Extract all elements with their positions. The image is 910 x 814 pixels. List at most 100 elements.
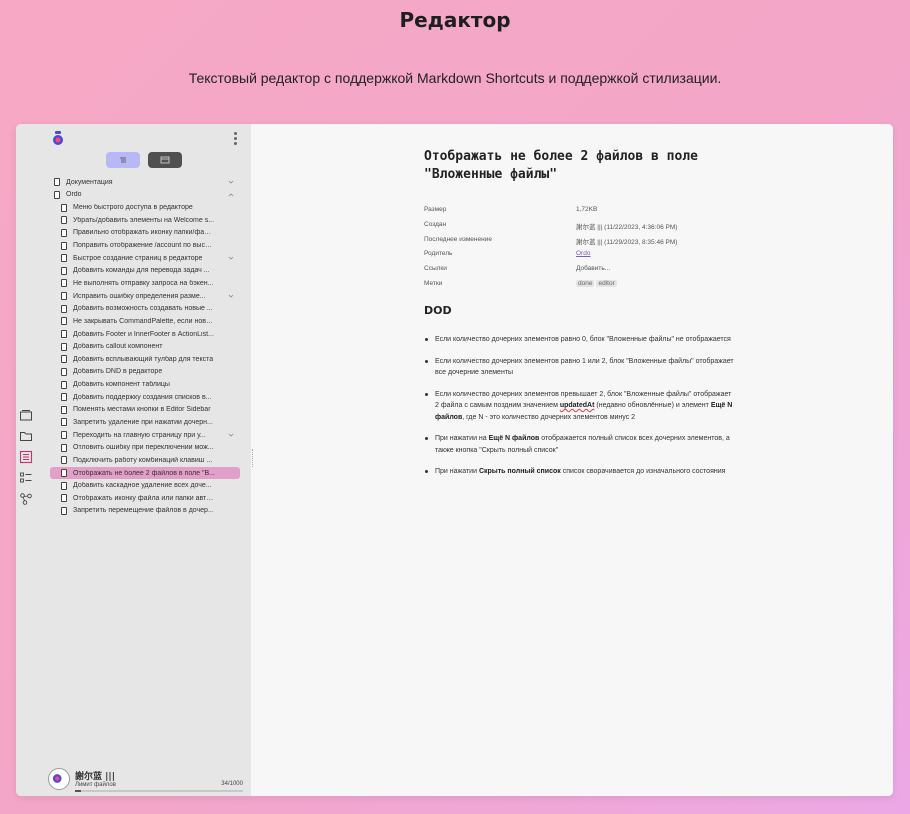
tree-item-label: Запретить удаление при нажатии дочерн... <box>73 418 213 426</box>
tree-item[interactable]: Добавить поддержку создания списков в... <box>50 391 240 404</box>
tree-item[interactable]: Добавить команды для перевода задач ... <box>50 264 240 277</box>
tree-item[interactable]: Убрать/добавить элементы на Welcome s... <box>50 214 240 227</box>
chevron-down-icon[interactable] <box>228 179 234 185</box>
tree-item[interactable]: Добавить компонент таблицы <box>50 378 240 391</box>
tree-item[interactable]: Поправить отображение /account по высоте <box>50 239 240 252</box>
file-icon <box>61 506 67 515</box>
tree-view-button[interactable] <box>106 152 140 168</box>
calendar-view-button[interactable] <box>148 152 182 168</box>
document-properties: Размер 1,72KB Создан 謝尔蓝 ||| (11/22/2023, 4… <box>424 206 774 295</box>
side-icon-bar <box>19 407 35 512</box>
tree-item[interactable]: Подключить работу комбинаций клавиш ... <box>50 454 240 467</box>
list-item: Если количество дочерних элементов равно… <box>424 334 734 346</box>
tree-item[interactable]: Отловить ошибку при переключении мож... <box>50 441 240 454</box>
property-row: Родитель Ordo <box>424 250 774 265</box>
tree-item[interactable]: Меню быстрого доступа в редакторе <box>50 201 240 214</box>
tag-chip[interactable]: editor <box>596 279 617 287</box>
tree-item[interactable]: Добавить возможность создавать новые ... <box>50 302 240 315</box>
file-icon <box>61 292 67 301</box>
chevron-down-icon[interactable] <box>228 255 234 261</box>
page-title: Редактор <box>399 8 511 32</box>
list-item: Если количество дочерних элементов равно… <box>424 356 734 379</box>
tree-item[interactable]: Отображать не более 2 файлов в поле "В..… <box>50 466 240 480</box>
tree-item-label: Отображать не более 2 файлов в поле "В..… <box>73 469 215 477</box>
file-icon <box>54 178 60 187</box>
document-title[interactable]: Отображать не более 2 файлов в поле "Вло… <box>424 148 714 184</box>
tree-item-label: Исправить ошибку определения разме... <box>73 292 206 300</box>
tree-item[interactable]: Отображать иконку файла или папки авто..… <box>50 492 240 505</box>
list-icon <box>120 157 126 163</box>
file-icon <box>61 254 67 263</box>
file-icon <box>61 380 67 389</box>
tree-item-label: Запретить перемещение файлов в дочер... <box>73 507 214 515</box>
property-key: Родитель <box>424 250 453 258</box>
more-options-icon[interactable] <box>232 132 238 146</box>
tree-item[interactable]: Ordo <box>50 189 240 202</box>
property-key: Создан <box>424 220 447 228</box>
tree-item[interactable]: Поменять местами кнопки в Editor Sidebar <box>50 404 240 417</box>
property-key: Последнее изменение <box>424 235 492 243</box>
tree-item[interactable]: Не выполнять отправку запроса на бэкен..… <box>50 277 240 290</box>
tree-item-label: Добавить всплывающий тулбар для текста <box>73 355 214 363</box>
tree-item[interactable]: Переходить на главную страницу при у... <box>50 429 240 442</box>
tree-item-label: Отображать иконку файла или папки авто..… <box>73 494 215 502</box>
user-name: 謝尔蓝 ||| <box>75 772 115 782</box>
graph-icon[interactable] <box>19 491 33 505</box>
property-value: done editor <box>576 279 619 287</box>
tree-item[interactable]: Добавить каскадное удаление всех доче... <box>50 479 240 492</box>
tree-item-label: Поменять местами кнопки в Editor Sidebar <box>73 406 211 414</box>
property-value[interactable]: Добавить... <box>576 265 610 272</box>
tree-item[interactable]: Добавить callout компонент <box>50 340 240 353</box>
tree-item-label: Добавить callout компонент <box>73 343 163 351</box>
property-value: 謝尔蓝 ||| (11/22/2023, 4:36:06 PM) <box>576 223 678 231</box>
tree-item-label: Быстрое создание страниц в редакторе <box>73 254 203 262</box>
tree-item[interactable]: Добавить всплывающий тулбар для текста <box>50 353 240 366</box>
file-icon <box>61 241 67 250</box>
calendar-icon <box>160 156 170 164</box>
chevron-up-icon[interactable] <box>228 192 234 198</box>
file-icon <box>61 469 67 478</box>
tree-item[interactable]: Быстрое создание страниц в редакторе <box>50 252 240 265</box>
tree-item[interactable]: Не закрывать CommandPalette, если новы..… <box>50 315 240 328</box>
tree-item-label: Не выполнять отправку запроса на бэкен..… <box>73 279 214 287</box>
tree-item-label: Меню быстрого доступа в редакторе <box>73 204 193 212</box>
tree-item-label: Правильно отображать иконку папки/файла <box>73 229 215 237</box>
tree-item[interactable]: Исправить ошибку определения разме... <box>50 290 240 303</box>
file-icon <box>61 393 67 402</box>
section-heading[interactable]: DOD <box>424 304 452 317</box>
chevron-down-icon[interactable] <box>228 293 234 299</box>
property-row: Метки done editor <box>424 279 774 295</box>
list-item: Если количество дочерних элементов превы… <box>424 389 734 424</box>
checklist-icon[interactable] <box>19 470 33 484</box>
avatar[interactable] <box>48 768 70 790</box>
page-subtitle: Текстовый редактор с поддержкой Markdown… <box>188 70 722 86</box>
app-logo-icon[interactable] <box>51 130 65 146</box>
file-icon <box>61 481 67 490</box>
tree-item-label: Документация <box>66 178 113 186</box>
user-panel[interactable]: 謝尔蓝 ||| Лимит файлов 34/1000 <box>48 768 243 792</box>
file-icon <box>61 443 67 452</box>
chevron-down-icon[interactable] <box>228 432 234 438</box>
tree-item[interactable]: Запретить удаление при нажатии дочерн... <box>50 416 240 429</box>
folder-icon[interactable] <box>19 428 33 442</box>
tree-item[interactable]: Добавить DND в редакторе <box>50 366 240 379</box>
file-icon <box>61 355 67 364</box>
tree-item[interactable]: Запретить перемещение файлов в дочер... <box>50 505 240 518</box>
tree-item[interactable]: Правильно отображать иконку папки/файла <box>50 227 240 240</box>
tag-chip[interactable]: done <box>576 279 595 287</box>
bullet-list[interactable]: Если количество дочерних элементов равно… <box>424 334 734 488</box>
file-icon <box>61 456 67 465</box>
file-icon <box>61 405 67 414</box>
property-key: Размер <box>424 206 447 213</box>
file-icon <box>61 203 67 212</box>
property-key: Метки <box>424 279 443 287</box>
file-icon <box>61 494 67 503</box>
projects-icon[interactable] <box>19 407 33 421</box>
tree-item-label: Убрать/добавить элементы на Welcome s... <box>73 216 215 224</box>
property-value[interactable]: Ordo <box>576 250 590 257</box>
tree-item[interactable]: Документация <box>50 176 240 189</box>
file-tree: Документация Ordo Меню быстрого доступа в … <box>50 176 240 517</box>
file-limit-bar <box>75 790 243 792</box>
tree-item[interactable]: Добавить Footer и InnerFooter в ActionLi… <box>50 328 240 341</box>
editor-icon[interactable] <box>19 449 33 464</box>
